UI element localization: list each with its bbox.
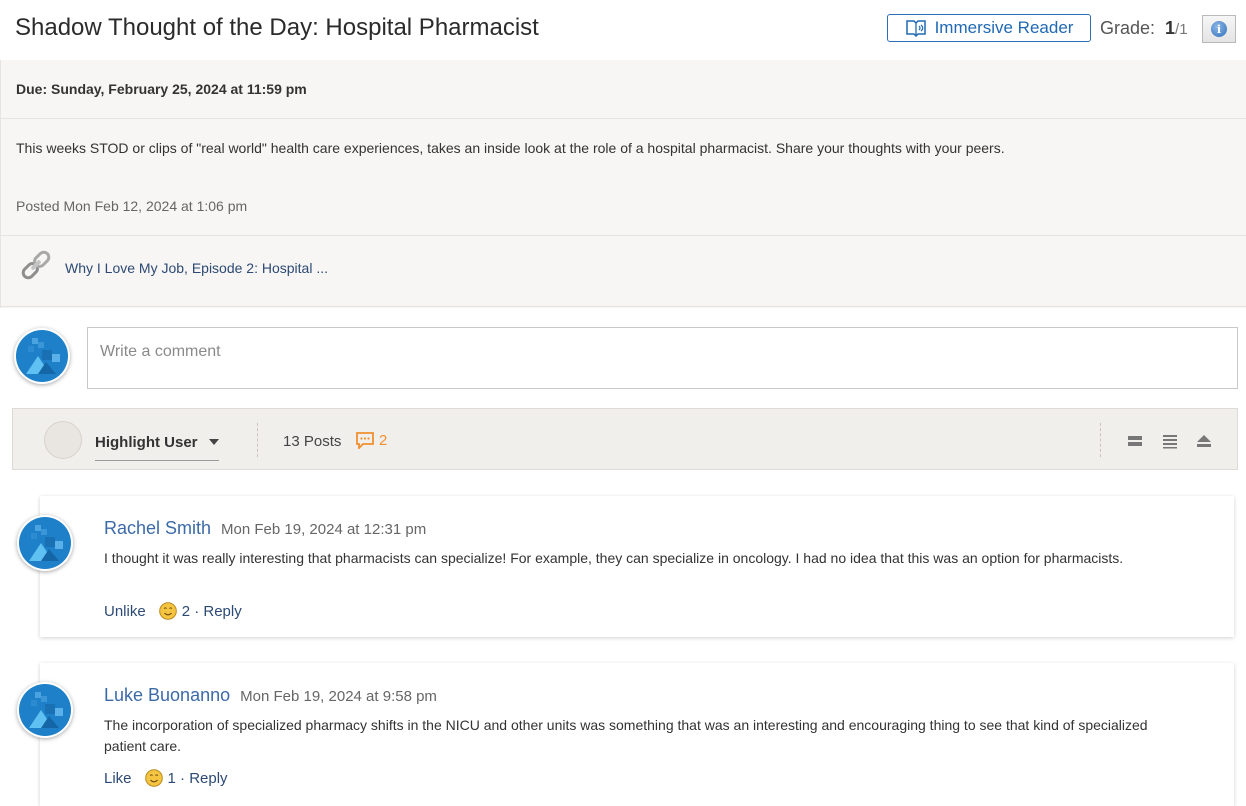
default-avatar-icon [19,684,71,736]
default-avatar-icon [16,330,68,382]
info-icon: i [1211,21,1227,37]
post-actions: Unlike 2 · Reply [104,602,242,620]
author-name[interactable]: Rachel Smith [104,518,211,538]
highlight-user-label: Highlight User [95,434,198,451]
highlight-user-dropdown[interactable]: Highlight User [95,431,219,461]
discussion-toolbar: Highlight User 13 Posts 2 [12,408,1238,470]
expanded-view-icon[interactable] [1127,433,1143,449]
post-body: The incorporation of specialized pharmac… [104,717,1148,754]
immersive-reader-icon [905,20,926,37]
immersive-reader-label: Immersive Reader [934,18,1074,37]
attachment-link[interactable]: Why I Love My Job, Episode 2: Hospital .… [65,260,328,276]
info-button[interactable]: i [1202,15,1236,43]
default-avatar-icon [19,517,71,569]
smiley-icon [144,769,163,787]
avatar [14,328,70,384]
posts-count: 13 Posts [283,433,342,450]
comment-input[interactable]: Write a comment [87,327,1238,389]
post-body: I thought it was really interesting that… [104,550,1124,566]
divider [1,235,1246,236]
discussion-post: Rachel Smith Mon Feb 19, 2024 at 12:31 pm… [40,496,1234,637]
avatar[interactable] [17,515,73,571]
page-title: Shadow Thought of the Day: Hospital Phar… [15,14,539,41]
unread-badge[interactable]: 2 [355,431,387,449]
divider [1100,423,1101,457]
grade-label: Grade: [1100,18,1156,38]
like-button[interactable]: Like [104,770,132,787]
highlight-user-avatar [44,421,82,459]
post-date: Mon Feb 19, 2024 at 12:31 pm [221,521,427,538]
chevron-down-icon [209,439,219,445]
collapse-all-icon[interactable] [1196,433,1212,449]
unread-count: 2 [379,431,388,449]
posted-date: Posted Mon Feb 12, 2024 at 1:06 pm [16,198,248,214]
divider [1,118,1246,119]
discussion-post: Luke Buonanno Mon Feb 19, 2024 at 9:58 pm… [40,663,1234,806]
grade-display: Grade: 1/1 [1100,18,1188,39]
like-count: 1 [167,769,176,787]
immersive-reader-button[interactable]: Immersive Reader [887,14,1091,42]
post-author[interactable]: Rachel Smith Mon Feb 19, 2024 at 12:31 pm [104,518,426,539]
post-date: Mon Feb 19, 2024 at 9:58 pm [240,688,437,705]
due-date: Due: Sunday, February 25, 2024 at 11:59 … [16,81,307,97]
post-actions: Like 1 · Reply [104,769,228,787]
comment-bubble-icon [356,432,374,449]
assignment-description: This weeks STOD or clips of "real world"… [16,140,1005,156]
grade-total: /1 [1175,21,1188,38]
grade-value: 1 [1165,18,1176,38]
reply-button[interactable]: · Reply [194,603,242,620]
post-author[interactable]: Luke Buonanno Mon Feb 19, 2024 at 9:58 pm [104,685,437,706]
divider [1,306,1246,307]
avatar[interactable] [17,682,73,738]
assignment-panel: Due: Sunday, February 25, 2024 at 11:59 … [0,60,1246,308]
reply-button[interactable]: · Reply [180,770,228,787]
like-count: 2 [181,602,191,620]
unlike-button[interactable]: Unlike [104,603,146,620]
chain-link-icon [21,250,51,280]
page-header: Shadow Thought of the Day: Hospital Phar… [0,0,1246,60]
smiley-icon [158,602,177,620]
list-view-icon[interactable] [1162,433,1178,449]
author-name[interactable]: Luke Buonanno [104,685,230,705]
divider [257,423,258,457]
